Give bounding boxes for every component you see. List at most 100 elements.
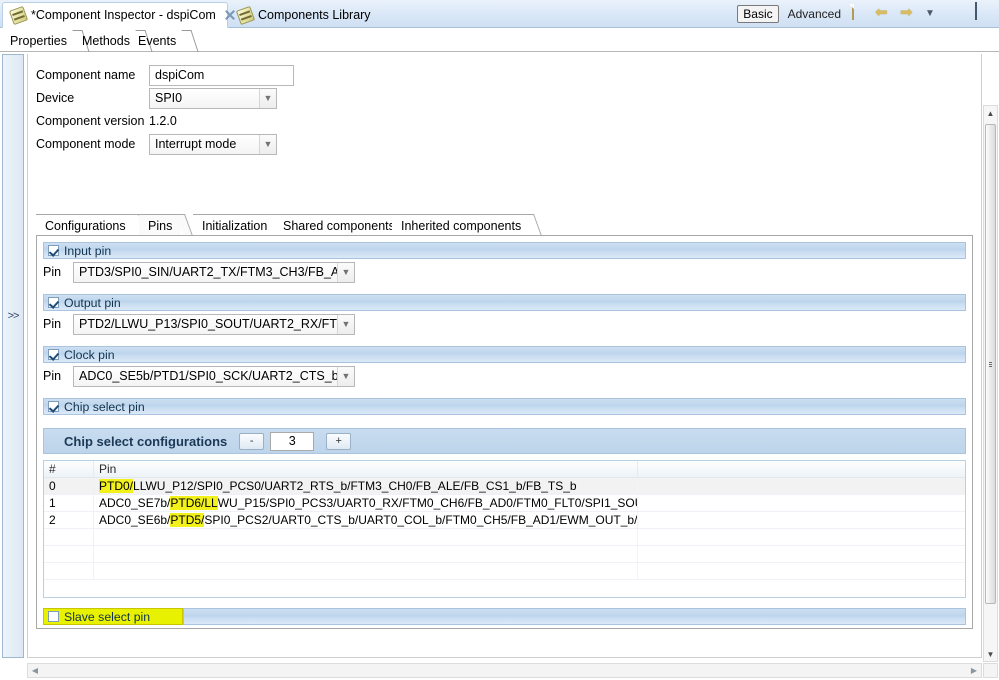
cell-pin-rest: SPI0_PCS2/UART0_CTS_b/UART0_COL_b/FTM0_C… [204, 513, 638, 527]
cell-pin-highlight: PTD6/LL [170, 496, 218, 510]
input-pin-label: Pin [43, 265, 62, 279]
inner-tab-configurations[interactable]: Configurations [36, 214, 147, 236]
clock-pin-value: ADC0_SE5b/PTD1/SPI0_SCK/UART2_CTS_b/FTM3… [79, 369, 337, 383]
clock-pin-label: Pin [43, 369, 62, 383]
checkbox-clock-pin[interactable] [48, 349, 59, 360]
cell-extra [638, 495, 965, 511]
component-mode-value: Interrupt mode [155, 137, 237, 151]
table-row-empty[interactable] [44, 546, 965, 563]
editor-tab-label: Components Library [258, 8, 371, 22]
scrollbar-corner [983, 663, 998, 678]
view-tabstrip: Properties Methods Events [0, 28, 999, 54]
cell-pin-highlight: PTD5/ [170, 513, 205, 527]
section-body-output-pin: Pin PTD2/LLWU_P13/SPI0_SOUT/UART2_RX/FTM… [43, 313, 966, 335]
cell-pin: ADC0_SE6b/PTD5/SPI0_PCS2/UART0_CTS_b/UAR… [94, 512, 638, 528]
chevron-down-icon[interactable]: ▼ [259, 88, 276, 108]
collapsed-sidebar[interactable]: >> [2, 54, 24, 658]
chevron-down-icon[interactable]: ▼ [259, 134, 276, 154]
table-row-empty[interactable] [44, 529, 965, 546]
component-name-value: dspiCom [155, 68, 205, 82]
maximize-icon[interactable] [975, 2, 993, 23]
view-menu-icon[interactable]: ▼ [925, 5, 943, 23]
chevron-down-icon[interactable]: ▼ [337, 366, 354, 386]
section-header-slave-select-pin[interactable]: Slave select pin [43, 608, 183, 625]
component-name-input[interactable]: dspiCom [149, 64, 294, 86]
section-header-output-pin[interactable]: Output pin [43, 294, 966, 311]
inner-tab-label: Initialization [202, 218, 268, 233]
inner-tab-pins[interactable]: Pins [139, 214, 194, 236]
horizontal-scrollbar[interactable]: ◀ ▶ [27, 663, 982, 678]
editor-tabstrip: *Component Inspector - dspiCom Component… [0, 0, 999, 28]
editor-tab-components-library[interactable]: Components Library [230, 2, 390, 28]
expand-sidebar-icon[interactable]: >> [3, 310, 23, 322]
section-header-chip-select-pin[interactable]: Chip select pin [43, 398, 966, 415]
mode-advanced-button[interactable]: Advanced [786, 6, 843, 22]
checkbox-slave-select-pin[interactable] [48, 611, 59, 622]
increment-chip-select-button[interactable]: + [326, 432, 352, 450]
decrement-chip-select-button[interactable]: - [239, 432, 265, 450]
vertical-scrollbar[interactable]: ▲ ▼ [983, 105, 998, 662]
column-header-extra[interactable] [638, 461, 965, 477]
inner-tab-initialization[interactable]: Initialization [193, 214, 289, 236]
new-document-icon[interactable] [850, 4, 868, 23]
forward-arrow-icon[interactable]: ➡ [900, 5, 918, 23]
mode-basic-button[interactable]: Basic [737, 5, 779, 23]
tab-events-label: Events [138, 34, 177, 48]
cell-pin: PTD0/LLWU_P12/SPI0_PCS0/UART2_RTS_b/FTM3… [94, 478, 638, 494]
input-pin-row: Pin PTD3/SPI0_SIN/UART2_TX/FTM3_CH3/FB_A… [43, 261, 966, 283]
output-pin-value: PTD2/LLWU_P13/SPI0_SOUT/UART2_RX/FTM3_CH [79, 317, 337, 331]
section-header-slave-select-pin-filler [183, 608, 966, 625]
output-pin-label: Pin [43, 317, 62, 331]
minimize-icon[interactable] [950, 5, 968, 23]
checkbox-chip-select-pin[interactable] [48, 401, 59, 412]
section-body-slave-select-pin: Slave select Pin PTD0/LLWU_P12/SPI0_PCS0… [43, 628, 966, 629]
editor-tab-component-inspector[interactable]: *Component Inspector - dspiCom [2, 2, 228, 28]
scroll-right-icon[interactable]: ▶ [967, 664, 981, 677]
column-header-index[interactable]: # [44, 461, 94, 477]
component-mode-combo[interactable]: Interrupt mode ▼ [149, 133, 277, 155]
table-row[interactable]: 2 ADC0_SE6b/PTD5/SPI0_PCS2/UART0_CTS_b/U… [44, 512, 965, 529]
chip-select-configurations-label: Chip select configurations [64, 433, 228, 449]
device-combo[interactable]: SPI0 ▼ [149, 87, 277, 109]
inner-tab-label: Shared components [283, 218, 395, 233]
section-header-clock-pin[interactable]: Clock pin [43, 346, 966, 363]
section-body-clock-pin: Pin ADC0_SE5b/PTD1/SPI0_SCK/UART2_CTS_b/… [43, 365, 966, 387]
chevron-down-icon[interactable]: ▼ [337, 262, 354, 282]
back-arrow-icon[interactable]: ⬅ [875, 5, 893, 23]
pins-tab-panel: Input pin Pin PTD3/SPI0_SIN/UART2_TX/FTM… [36, 235, 973, 629]
table-row-empty[interactable] [44, 563, 965, 580]
component-version-value: 1.2.0 [149, 114, 177, 128]
device-value: SPI0 [155, 91, 183, 105]
table-row[interactable]: 1 ADC0_SE7b/PTD6/LL WU_P15/SPI0_PCS3/UART… [44, 495, 965, 512]
vertical-scrollbar-thumb[interactable] [985, 124, 996, 604]
scroll-up-icon[interactable]: ▲ [984, 106, 997, 120]
cell-pin-rest: LLWU_P12/SPI0_PCS0/UART2_RTS_b/FTM3_CH0/… [133, 479, 577, 493]
inner-tab-label: Pins [148, 218, 173, 233]
clock-pin-combo[interactable]: ADC0_SE5b/PTD1/SPI0_SCK/UART2_CTS_b/FTM3… [73, 365, 355, 387]
cell-extra [638, 478, 965, 494]
cell-pin-rest: WU_P15/SPI0_PCS3/UART0_RX/FTM0_CH6/FB_AD… [217, 496, 638, 510]
column-header-pin[interactable]: Pin [94, 461, 638, 477]
chip-select-count-input[interactable]: 3 [270, 431, 315, 451]
input-pin-combo[interactable]: PTD3/SPI0_SIN/UART2_TX/FTM3_CH3/FB_AD3/I… [73, 261, 355, 283]
inner-tab-label: Inherited components [401, 218, 522, 233]
cell-index: 2 [44, 512, 94, 528]
chip-select-configurations-bar: Chip select configurations - 3 + [43, 428, 966, 454]
output-pin-combo[interactable]: PTD2/LLWU_P13/SPI0_SOUT/UART2_RX/FTM3_CH… [73, 313, 355, 335]
scroll-left-icon[interactable]: ◀ [28, 664, 42, 677]
tab-methods-label: Methods [82, 34, 130, 48]
cell-index: 0 [44, 478, 94, 494]
property-row-component-version: Component version 1.2.0 [36, 110, 294, 132]
inner-tab-shared-components[interactable]: Shared components [274, 214, 416, 236]
component-icon [8, 5, 29, 25]
section-header-input-pin[interactable]: Input pin [43, 242, 966, 259]
chevron-down-icon[interactable]: ▼ [337, 314, 354, 334]
tab-events[interactable]: Events [130, 30, 199, 52]
checkbox-output-pin[interactable] [48, 297, 59, 308]
table-row[interactable]: 0 PTD0/LLWU_P12/SPI0_PCS0/UART2_RTS_b/FT… [44, 478, 965, 495]
inner-tab-inherited-components[interactable]: Inherited components [392, 214, 543, 236]
scroll-down-icon[interactable]: ▼ [984, 647, 997, 661]
checkbox-input-pin[interactable] [48, 245, 59, 256]
tab-properties[interactable]: Properties [2, 30, 90, 54]
section-title-clock-pin: Clock pin [64, 347, 115, 362]
